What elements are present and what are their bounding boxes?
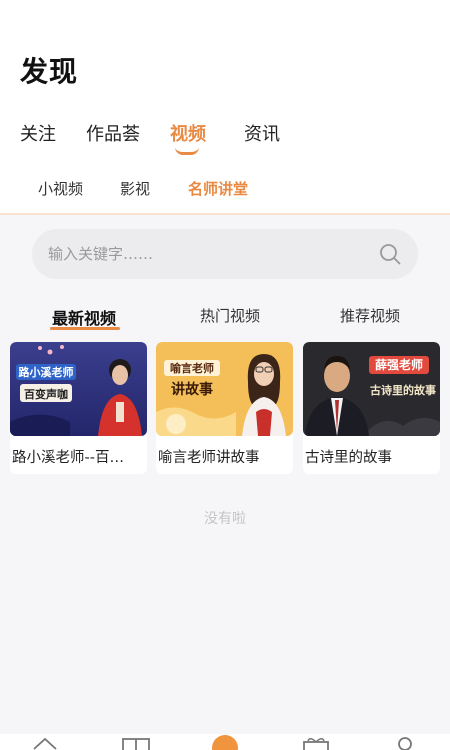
thumb-banner: 喻言老师 bbox=[170, 361, 214, 375]
tab-video[interactable]: 视频 bbox=[170, 120, 206, 146]
thumb-banner: 路小溪老师 bbox=[19, 365, 74, 379]
video-thumbnail[interactable]: 喻言老师 讲故事 bbox=[156, 342, 293, 436]
video-title[interactable]: 路小溪老师--百… bbox=[12, 446, 145, 467]
tab-latest-videos[interactable]: 最新视频 bbox=[52, 305, 116, 329]
video-title[interactable]: 喻言老师讲故事 bbox=[158, 446, 291, 467]
subtab-film[interactable]: 影视 bbox=[120, 178, 150, 199]
video-card[interactable]: 喻言老师 讲故事 喻言老师讲故事 bbox=[156, 342, 293, 474]
sub-tabs: 小视频 影视 名师讲堂 bbox=[0, 178, 450, 204]
thumb-subtitle: 古诗里的故事 bbox=[370, 383, 436, 397]
home-icon[interactable] bbox=[32, 737, 58, 750]
tab-works[interactable]: 作品荟 bbox=[86, 120, 140, 146]
thumb-banner: 薛强老师 bbox=[375, 357, 423, 372]
page-title: 发现 bbox=[20, 55, 79, 88]
discover-icon[interactable] bbox=[211, 734, 239, 750]
video-list: 路小溪老师 百变声咖 路小溪老师--百… 喻言老师 讲故事 喻言老师讲故事 薛强… bbox=[0, 342, 450, 477]
category-active-indicator bbox=[50, 327, 120, 330]
search-icon[interactable] bbox=[378, 242, 402, 266]
video-title[interactable]: 古诗里的故事 bbox=[305, 446, 438, 467]
video-thumbnail[interactable]: 薛强老师 古诗里的故事 bbox=[303, 342, 440, 436]
tab-recommended-videos[interactable]: 推荐视频 bbox=[340, 305, 400, 326]
empty-state-text: 没有啦 bbox=[204, 511, 246, 527]
tab-news[interactable]: 资讯 bbox=[244, 120, 280, 146]
category-tabs: 最新视频 热门视频 推荐视频 bbox=[0, 305, 450, 335]
book-icon[interactable] bbox=[122, 737, 150, 750]
gift-icon[interactable] bbox=[302, 737, 330, 750]
tab-hot-videos[interactable]: 热门视频 bbox=[200, 305, 260, 326]
profile-icon[interactable] bbox=[396, 737, 414, 750]
video-card[interactable]: 路小溪老师 百变声咖 路小溪老师--百… bbox=[10, 342, 147, 474]
subtab-short-video[interactable]: 小视频 bbox=[38, 178, 83, 199]
search-input[interactable] bbox=[48, 229, 368, 279]
video-card[interactable]: 薛强老师 古诗里的故事 古诗里的故事 bbox=[303, 342, 440, 474]
subtab-teacher-lecture[interactable]: 名师讲堂 bbox=[188, 178, 248, 199]
header-area: 发现 关注 作品荟 视频 资讯 小视频 影视 名师讲堂 bbox=[0, 0, 450, 215]
thumb-subtitle: 讲故事 bbox=[171, 381, 213, 398]
thumb-subtitle: 百变声咖 bbox=[24, 387, 68, 401]
tab-follow[interactable]: 关注 bbox=[20, 120, 56, 146]
search-bar[interactable] bbox=[32, 229, 418, 279]
main-tabs: 关注 作品荟 视频 资讯 bbox=[0, 120, 450, 160]
bottom-navigation bbox=[0, 734, 450, 750]
video-thumbnail[interactable]: 路小溪老师 百变声咖 bbox=[10, 342, 147, 436]
